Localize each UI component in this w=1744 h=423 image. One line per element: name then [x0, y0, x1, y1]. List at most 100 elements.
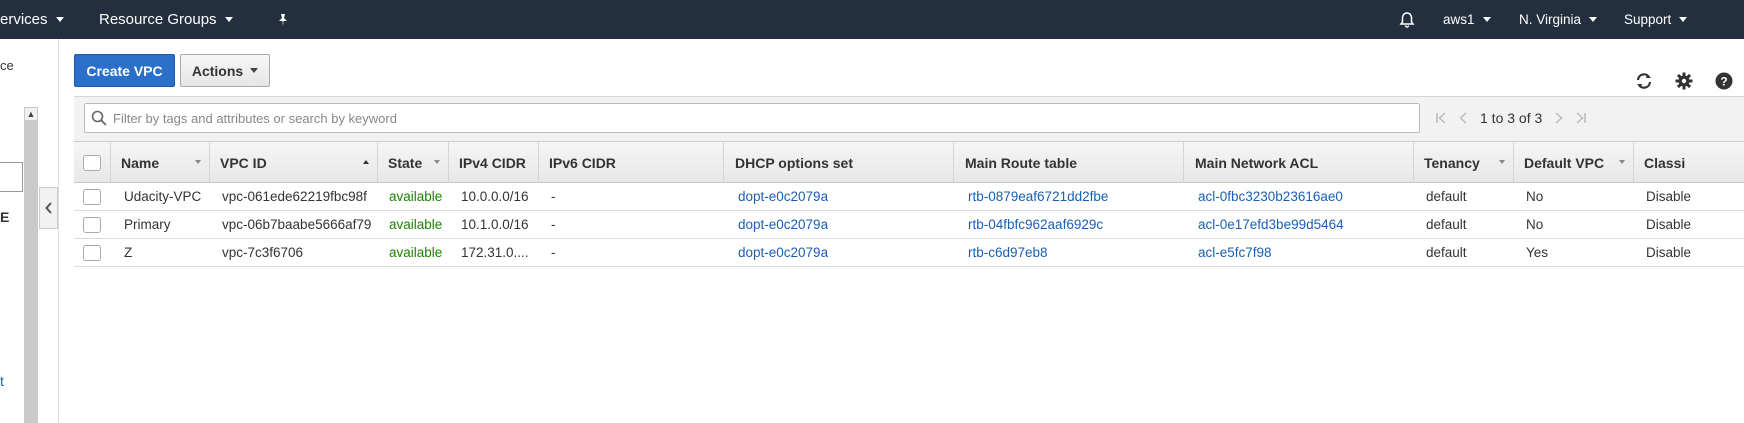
cell-classic: Disable: [1646, 217, 1692, 232]
pagination-text: 1 to 3 of 3: [1480, 110, 1543, 126]
search-box[interactable]: [84, 103, 1420, 133]
route-table-link[interactable]: rtb-04fbfc962aaf6929c: [968, 211, 1103, 238]
sidebar-item-partial[interactable]: ce: [0, 58, 14, 73]
gear-icon[interactable]: [1673, 70, 1695, 92]
cell-ipv4-cidr: 10.0.0.0/16: [461, 189, 529, 204]
sort-icon: [1499, 160, 1505, 164]
network-acl-link[interactable]: acl-e5fc7f98: [1198, 239, 1272, 266]
column-header-name[interactable]: Name: [110, 142, 209, 183]
cell-ipv4-cidr: 172.31.0....: [461, 245, 529, 260]
column-header-classic[interactable]: Classi: [1633, 142, 1744, 183]
column-header-main-network-acl[interactable]: Main Network ACL: [1183, 142, 1413, 183]
services-menu[interactable]: ervices: [0, 0, 64, 39]
cell-default-vpc: No: [1526, 189, 1544, 204]
column-label: IPv4 CIDR: [459, 154, 526, 171]
cell-tenancy: default: [1426, 189, 1467, 204]
services-menu-label: ervices: [0, 11, 48, 28]
column-label: Main Route table: [965, 154, 1078, 171]
caret-down-icon: [224, 17, 233, 22]
checkbox[interactable]: [83, 154, 101, 171]
column-label: VPC ID: [220, 154, 267, 171]
column-label: Name: [121, 154, 160, 171]
resource-groups-menu[interactable]: Resource Groups: [99, 0, 233, 39]
cell-ipv4-cidr: 10.1.0.0/16: [461, 217, 529, 232]
sidebar-link-partial[interactable]: t: [0, 373, 4, 389]
main-content: Create VPC Actions ? 1 to 3 of 3 N: [60, 39, 1744, 423]
search-icon: [91, 110, 107, 126]
last-page-icon[interactable]: [1570, 107, 1592, 129]
account-menu[interactable]: aws1: [1443, 0, 1491, 39]
sort-icon: [1619, 160, 1625, 164]
caret-down-icon: [250, 68, 259, 73]
sort-icon: [434, 160, 440, 164]
column-header-state[interactable]: State: [377, 142, 448, 183]
sort-ascending-icon: [363, 160, 369, 164]
support-menu[interactable]: Support: [1624, 0, 1688, 39]
cell-name: Udacity-VPC: [124, 189, 202, 204]
table-row[interactable]: Z vpc-7c3f6706 available 172.31.0.... - …: [74, 239, 1744, 267]
region-menu[interactable]: N. Virginia: [1519, 0, 1598, 39]
cell-default-vpc: No: [1526, 217, 1544, 232]
table-header: Name VPC ID State IPv4 CIDR IPv6 CIDR DH…: [74, 141, 1744, 183]
column-label: IPv6 CIDR: [549, 154, 616, 171]
network-acl-link[interactable]: acl-0e17efd3be99d5464: [1198, 211, 1344, 238]
column-header-ipv6-cidr[interactable]: IPv6 CIDR: [538, 142, 723, 183]
collapse-sidebar-button[interactable]: [39, 187, 58, 229]
table-row[interactable]: Udacity-VPC vpc-061ede62219fbc98f availa…: [74, 183, 1744, 211]
actions-button[interactable]: Actions: [180, 54, 270, 87]
checkbox[interactable]: [83, 188, 101, 205]
column-header-tenancy[interactable]: Tenancy: [1413, 142, 1513, 183]
cell-name: Primary: [124, 217, 171, 232]
column-label: Classi: [1644, 154, 1686, 171]
refresh-icon[interactable]: [1633, 70, 1655, 92]
create-vpc-button[interactable]: Create VPC: [74, 54, 175, 87]
checkbox[interactable]: [83, 244, 101, 261]
column-header-default-vpc[interactable]: Default VPC: [1513, 142, 1633, 183]
search-input[interactable]: [113, 104, 1413, 132]
caret-down-icon: [1589, 17, 1598, 22]
support-label: Support: [1624, 12, 1672, 27]
bell-icon[interactable]: [1398, 0, 1416, 39]
actions-label: Actions: [191, 62, 244, 79]
cell-ipv6-cidr: -: [551, 217, 556, 232]
region-label: N. Virginia: [1519, 12, 1582, 27]
row-checkbox[interactable]: [83, 239, 101, 266]
cell-classic: Disable: [1646, 189, 1692, 204]
dhcp-options-link[interactable]: dopt-e0c2079a: [738, 211, 828, 238]
first-page-icon[interactable]: [1430, 107, 1452, 129]
dhcp-options-link[interactable]: dopt-e0c2079a: [738, 183, 828, 210]
caret-down-icon: [1679, 17, 1688, 22]
help-icon[interactable]: ?: [1713, 70, 1735, 92]
prev-page-icon[interactable]: [1452, 107, 1474, 129]
svg-text:?: ?: [1720, 75, 1727, 89]
network-acl-link[interactable]: acl-0fbc3230b23616ae0: [1198, 183, 1343, 210]
table-row[interactable]: Primary vpc-06b7baabe5666af79 available …: [74, 211, 1744, 239]
select-all-checkbox[interactable]: [74, 142, 110, 183]
sidebar-scrollbar[interactable]: ▲: [24, 107, 38, 423]
checkbox[interactable]: [83, 216, 101, 233]
column-header-vpc-id[interactable]: VPC ID: [209, 142, 377, 183]
scroll-up-icon[interactable]: ▲: [24, 107, 38, 121]
pin-icon[interactable]: [276, 0, 290, 39]
caret-down-icon: [55, 17, 64, 22]
cell-name: Z: [124, 245, 133, 260]
column-header-main-route-table[interactable]: Main Route table: [953, 142, 1183, 183]
route-table-link[interactable]: rtb-c6d97eb8: [968, 239, 1048, 266]
cell-state: available: [389, 245, 443, 260]
sidebar-field-partial[interactable]: [0, 162, 23, 192]
column-label: Tenancy: [1424, 154, 1480, 171]
sort-icon: [195, 160, 201, 164]
cell-default-vpc: Yes: [1526, 245, 1549, 260]
dhcp-options-link[interactable]: dopt-e0c2079a: [738, 239, 828, 266]
column-header-dhcp-options[interactable]: DHCP options set: [723, 142, 953, 183]
cell-ipv6-cidr: -: [551, 189, 556, 204]
route-table-link[interactable]: rtb-0879eaf6721dd2fbe: [968, 183, 1108, 210]
cell-tenancy: default: [1426, 245, 1467, 260]
left-sidebar: ce E t ▲: [0, 39, 59, 423]
row-checkbox[interactable]: [83, 211, 101, 238]
row-checkbox[interactable]: [83, 183, 101, 210]
next-page-icon[interactable]: [1548, 107, 1570, 129]
cell-vpc-id: vpc-7c3f6706: [222, 245, 304, 260]
column-header-ipv4-cidr[interactable]: IPv4 CIDR: [448, 142, 538, 183]
collapse-left-icon: [44, 202, 52, 214]
